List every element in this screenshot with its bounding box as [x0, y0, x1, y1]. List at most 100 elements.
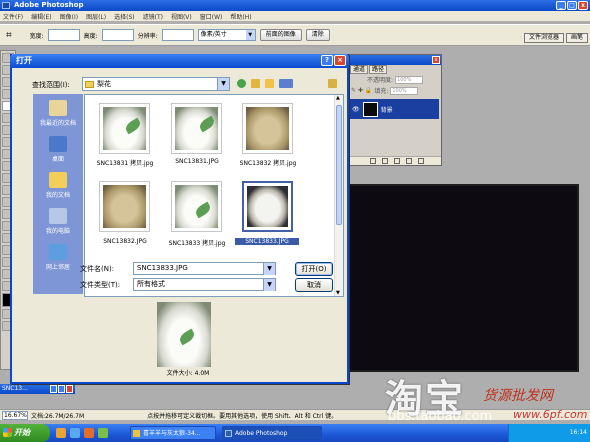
image-thumbnail	[247, 186, 288, 227]
resolution-label: 分辨率:	[137, 32, 158, 40]
file-thumbnail[interactable]	[171, 181, 222, 232]
opacity-field[interactable]: 100%	[395, 75, 424, 84]
fill-field[interactable]: 100%	[390, 86, 419, 95]
new-folder-icon[interactable]	[265, 79, 274, 88]
place-desktop[interactable]: 桌面	[33, 136, 83, 163]
menu-select[interactable]: 选择(S)	[114, 12, 135, 21]
place-label: 桌面	[51, 156, 64, 163]
trash-icon[interactable]	[418, 158, 424, 164]
document-canvas[interactable]	[342, 184, 579, 372]
height-label: 高度:	[83, 32, 98, 40]
menu-image[interactable]: 图像(I)	[60, 12, 78, 21]
place-recent[interactable]: 我最近的文档	[33, 100, 83, 127]
close-button[interactable]: ×	[334, 55, 346, 66]
file-name-selected[interactable]: SNC13833.JPG	[235, 238, 299, 245]
scroll-down-icon[interactable]: ▼	[336, 290, 340, 296]
minimized-document[interactable]: SNC13...	[0, 384, 75, 394]
taskbar-item-photoshop[interactable]: Adobe Photoshop	[222, 426, 322, 440]
unit-select[interactable]: 像素/英寸 ▼	[197, 29, 256, 41]
link-icon[interactable]	[370, 158, 376, 164]
file-thumbnail[interactable]	[99, 181, 150, 232]
filetype-select[interactable]: 所有格式 ▼	[133, 278, 276, 291]
height-field[interactable]	[101, 29, 134, 41]
file-thumbnail[interactable]	[171, 103, 222, 154]
open-button[interactable]: 打开(O)	[295, 262, 333, 276]
fill-row: ✎ ✚ 🔒 填充: 100%	[348, 85, 441, 96]
chevron-down-icon: ▼	[217, 78, 229, 90]
menu-view[interactable]: 视图(V)	[171, 12, 192, 21]
menu-file[interactable]: 文件(F)	[3, 12, 23, 21]
restore-icon[interactable]	[50, 385, 57, 393]
width-label: 宽度:	[29, 32, 44, 40]
file-name[interactable]: SNC13831 拷贝.jpg	[90, 158, 160, 167]
file-name[interactable]: SNC13832.JPG	[90, 238, 160, 245]
file-name[interactable]: SNC13831.JPG	[162, 158, 232, 165]
cancel-button[interactable]: 取消	[295, 278, 333, 292]
front-image-button[interactable]: 前面的图像	[259, 29, 302, 41]
file-name[interactable]: SNC13832 拷贝.jpg	[233, 158, 303, 167]
crop-tool-icon[interactable]: ⌗	[6, 30, 12, 41]
layer-row-background[interactable]: 👁 背景	[350, 99, 439, 119]
start-button[interactable]: 开始	[0, 424, 50, 442]
tab-file-browser[interactable]: 文件浏览器	[523, 33, 564, 43]
up-folder-icon[interactable]	[251, 79, 260, 88]
start-label: 开始	[14, 428, 30, 437]
view-menu-icon[interactable]	[279, 79, 293, 88]
quicklaunch-app-icon[interactable]	[98, 428, 108, 438]
quicklaunch-media-icon[interactable]	[84, 428, 94, 438]
place-my-computer[interactable]: 我的电脑	[33, 208, 83, 235]
tab-channels[interactable]: 通道	[350, 65, 369, 74]
new-layer-icon[interactable]	[406, 158, 412, 164]
document-title: SNC13...	[2, 385, 28, 392]
file-name[interactable]: SNC13833 拷贝.jpg	[162, 238, 232, 247]
taskbar-item-label: Adobe Photoshop	[235, 430, 288, 437]
clock[interactable]: 16:14	[570, 429, 587, 436]
resolution-field[interactable]	[161, 29, 194, 41]
taskbar-item-video[interactable]: 喜羊羊与灰太狼-34...	[130, 426, 216, 440]
close-icon[interactable]: x	[578, 1, 588, 10]
browse-folder-icon[interactable]	[328, 79, 337, 88]
zoom-field[interactable]: 16.67%	[2, 410, 28, 420]
place-my-documents[interactable]: 我的文档	[33, 172, 83, 199]
recent-documents-icon	[49, 100, 67, 116]
clear-button[interactable]: 清除	[305, 29, 330, 41]
tab-paths[interactable]: 路径	[369, 65, 388, 74]
look-in-select[interactable]: 梨花 ▼	[82, 77, 230, 91]
file-list-scrollbar[interactable]: ▲ ▼	[334, 95, 343, 296]
menu-help[interactable]: 帮助(H)	[230, 12, 251, 21]
menu-edit[interactable]: 编辑(E)	[31, 12, 51, 21]
mask-icon[interactable]	[394, 158, 400, 164]
menu-filter[interactable]: 滤镜(T)	[143, 12, 163, 21]
maximize-icon[interactable]	[58, 385, 65, 393]
place-label: 我最近的文档	[39, 120, 76, 127]
back-icon[interactable]	[237, 79, 246, 88]
minimize-icon[interactable]: _	[556, 1, 566, 10]
width-field[interactable]	[47, 29, 80, 41]
eye-icon[interactable]: 👁	[352, 106, 360, 113]
fx-icon[interactable]	[382, 158, 388, 164]
filename-input[interactable]: SNC13833.JPG ▼	[133, 262, 276, 275]
video-app-icon	[133, 430, 140, 437]
file-thumbnail[interactable]	[99, 103, 150, 154]
close-icon[interactable]: x	[432, 56, 440, 64]
close-icon[interactable]	[66, 385, 73, 393]
scrollbar-thumb[interactable]	[336, 105, 342, 225]
place-network[interactable]: 网上邻居	[33, 244, 83, 271]
maximize-icon[interactable]: □	[567, 1, 577, 10]
watermark-url-2: www.6pf.com	[513, 408, 588, 421]
menu-layer[interactable]: 图层(L)	[86, 12, 106, 21]
unit-value: 像素/英寸	[200, 31, 227, 38]
help-button[interactable]: ?	[321, 55, 333, 66]
lock-icon[interactable]: ✎ ✚ 🔒	[351, 87, 372, 94]
menu-window[interactable]: 窗口(W)	[200, 12, 223, 21]
file-thumbnail[interactable]	[242, 103, 293, 154]
place-label: 我的电脑	[45, 228, 70, 235]
look-in-label: 查找范围(I):	[32, 81, 70, 89]
scroll-up-icon[interactable]: ▲	[336, 95, 340, 101]
quicklaunch-desktop-icon[interactable]	[70, 428, 80, 438]
file-thumbnail-selected[interactable]	[242, 181, 293, 232]
quicklaunch-ie-icon[interactable]	[56, 428, 66, 438]
tab-brushes[interactable]: 画笔	[565, 33, 588, 43]
status-hint: 点按并拖移可定义裁切框。要用其他选项，使用 Shift、Alt 和 Ctrl 键…	[147, 412, 338, 420]
chevron-down-icon: ▼	[245, 30, 255, 40]
